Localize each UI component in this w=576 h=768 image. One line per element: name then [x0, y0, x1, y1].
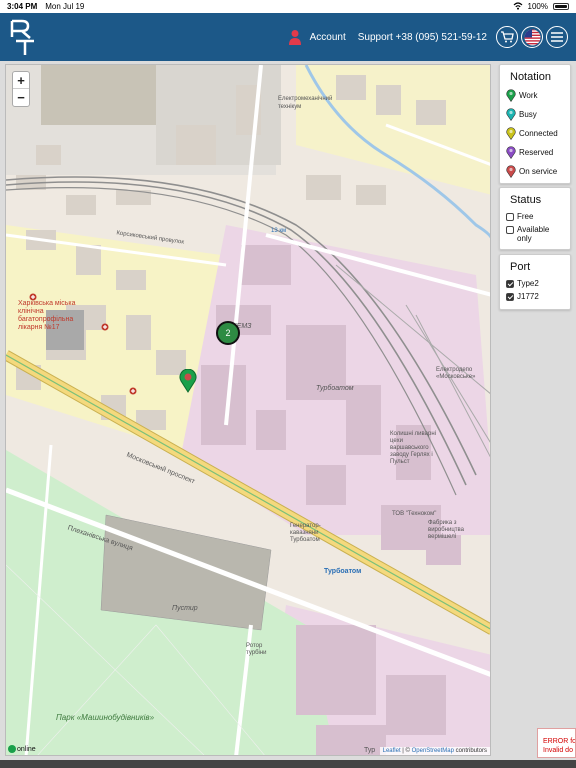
language-button[interactable]: [521, 26, 543, 48]
notation-item: Busy: [506, 108, 564, 121]
checkbox[interactable]: [506, 226, 514, 234]
zoom-out-button[interactable]: −: [13, 89, 29, 106]
battery-icon: [553, 3, 569, 10]
map-label-turboatom: Турбоатом: [316, 385, 354, 392]
map-label-rotor: Ротор турбіни: [246, 643, 267, 656]
filter-option-label: Type2: [517, 279, 539, 288]
map-label-generator: Генератор-кавазняни Турбоатом: [290, 523, 321, 543]
map-pin-icon: [506, 146, 516, 159]
zoom-in-button[interactable]: +: [13, 72, 29, 89]
filter-option-label: Available only: [517, 225, 550, 243]
map-label-hospital: Харківська міська клінічна багатопрофіль…: [18, 300, 76, 331]
notation-item-label: Work: [519, 91, 538, 100]
attribution-contributors: contributors: [453, 748, 487, 754]
online-label: online: [17, 745, 36, 753]
flag-us-icon: [524, 29, 540, 45]
status-date: Mon Jul 19: [45, 2, 85, 11]
cart-button[interactable]: [496, 26, 518, 48]
cart-icon: [501, 31, 514, 43]
port-panel: Port Type2 J1772: [499, 254, 571, 310]
checkbox[interactable]: [506, 213, 514, 221]
status-panel: Status Free Available only: [499, 187, 571, 250]
map-pin-icon: [506, 89, 516, 102]
filter-option[interactable]: Free: [506, 212, 564, 221]
map-pin-icon: [506, 127, 516, 140]
user-icon[interactable]: [288, 29, 302, 45]
port-title: Port: [510, 261, 531, 273]
filter-option-label: Free: [517, 212, 534, 221]
map-label-electro: Електромеханічний технікум: [278, 96, 333, 110]
notation-item-label: Busy: [519, 110, 537, 119]
online-dot-icon: [8, 745, 16, 753]
attribution-separator: | ©: [400, 748, 412, 754]
map-label-park: Парк «Машинобудівників»: [56, 713, 155, 722]
battery-percent: 100%: [527, 2, 548, 11]
filter-option[interactable]: Type2: [506, 279, 564, 288]
checkbox[interactable]: [506, 293, 514, 301]
wifi-icon: [513, 1, 523, 12]
error-line-2: Invalid do: [543, 747, 573, 754]
map-pin-icon: [179, 368, 197, 393]
map-pin-icon: [506, 165, 516, 178]
filter-option-label: J1772: [517, 292, 539, 301]
notation-item-label: Reserved: [519, 148, 554, 157]
notation-item-label: On service: [519, 167, 558, 176]
map-attribution: Leaflet | © OpenStreetMap contributors: [379, 747, 490, 755]
account-link[interactable]: Account: [310, 32, 346, 43]
notation-item: Reserved: [506, 146, 564, 159]
status-time: 3:04 PM: [7, 2, 38, 11]
menu-button[interactable]: [546, 26, 568, 48]
error-notice: ERROR fo Invalid do: [537, 728, 576, 758]
notation-item-label: Connected: [519, 129, 558, 138]
error-line-1: ERROR fo: [543, 738, 576, 745]
notation-item: On service: [506, 165, 564, 178]
status-title: Status: [510, 194, 542, 206]
filter-option[interactable]: J1772: [506, 292, 564, 301]
logo-icon[interactable]: [8, 17, 38, 57]
app-header: Account Support +38 (095) 521-59-12: [0, 13, 576, 61]
map-label-pustyr: Пустир: [172, 605, 198, 612]
map-label-tov: ТОВ "Техноком": [392, 511, 437, 517]
station-cluster[interactable]: 2: [216, 321, 240, 345]
notation-panel: Notation Work Busy Connected Reserved On ser…: [499, 64, 571, 184]
map-pin-icon: [506, 108, 516, 121]
status-bar: 3:04 PM Mon Jul 19 100%: [0, 0, 576, 13]
map-label-kolyshni: Колишні ливарні цехи варшавського заводу…: [390, 431, 436, 465]
leaflet-link[interactable]: Leaflet: [383, 748, 401, 754]
map-label-13km: 13 км: [271, 228, 287, 234]
map-label-tur: Тур: [364, 747, 376, 754]
filter-option[interactable]: Available only: [506, 225, 564, 243]
zoom-control: + −: [12, 71, 30, 107]
map-label-turboatom-station: Турбоатом: [324, 568, 362, 575]
notation-item: Work: [506, 89, 564, 102]
notation-title: Notation: [510, 71, 551, 83]
online-indicator: online: [8, 745, 36, 753]
menu-icon: [551, 32, 563, 42]
notation-item: Connected: [506, 127, 564, 140]
station-marker[interactable]: [179, 368, 197, 398]
checkbox[interactable]: [506, 280, 514, 288]
osm-link[interactable]: OpenStreetMap: [412, 748, 454, 754]
home-indicator-bar: [0, 760, 576, 768]
map-view[interactable]: Харківська міська клінічна багатопрофіль…: [5, 64, 491, 756]
map-label-fabryka: Фабрика з виробництва вермішелі: [428, 520, 464, 540]
support-phone-link[interactable]: Support +38 (095) 521-59-12: [358, 32, 487, 43]
map-label-elektrodepo: Електродепо «Московське»: [436, 367, 476, 380]
